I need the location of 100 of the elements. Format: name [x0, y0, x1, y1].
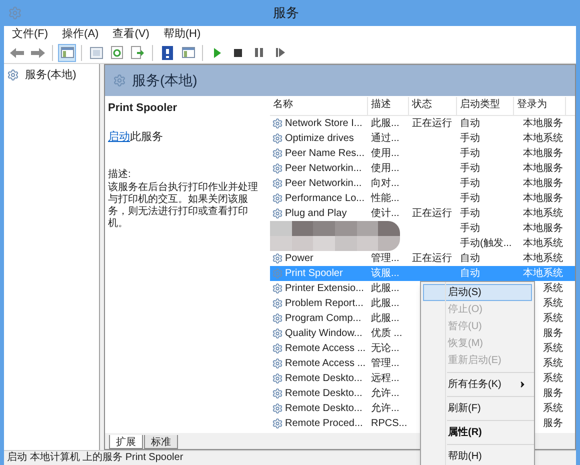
gear-icon	[272, 373, 283, 384]
table-cell[interactable]: Network Store I...	[285, 116, 362, 131]
table-cell: 管理...	[371, 253, 400, 264]
table-cell[interactable]: Problem Report...	[285, 296, 364, 311]
service-name: Print Spooler	[108, 101, 178, 116]
table-cell: 手动(触发...	[460, 238, 512, 250]
window-title: 服务	[273, 4, 299, 22]
menu-item[interactable]: 操作(A)	[62, 28, 99, 40]
table-cell: 此服...	[371, 298, 400, 310]
table-cell: 允许...	[371, 403, 400, 414]
gear-icon	[272, 388, 283, 399]
table-cell-text: 本地系统	[523, 206, 563, 221]
table-cell[interactable]: Remote Access ...	[285, 356, 366, 371]
column-header[interactable]: 启动类型	[457, 97, 514, 115]
tab[interactable]: 标准	[144, 435, 178, 449]
column-header[interactable]: 登录为	[514, 97, 566, 115]
table-cell-text: 本地服务	[523, 146, 563, 161]
table-cell: 自动	[460, 253, 480, 264]
menu-item[interactable]: 所有任务(K)	[423, 376, 532, 393]
table-cell[interactable]: Printer Extensio...	[285, 281, 364, 296]
gear-icon	[272, 178, 283, 189]
export-icon	[131, 46, 145, 59]
table-cell-text: 系统	[543, 372, 563, 386]
table-cell-text: 本地系统	[523, 132, 563, 146]
table-cell-text: 本地服务	[523, 222, 563, 236]
table-cell: 此服...	[371, 283, 400, 294]
menu-item[interactable]: 帮助(H)	[163, 28, 201, 40]
table-cell[interactable]: Peer Networkin...	[285, 176, 362, 191]
export-button[interactable]	[129, 44, 147, 62]
table-cell-text: 本地服务	[523, 116, 563, 131]
column-header[interactable]: 名称	[270, 97, 368, 115]
table-cell[interactable]: Remote Access ...	[285, 341, 366, 356]
column-header[interactable]: 状态	[409, 97, 457, 115]
start-link[interactable]: 启动	[108, 130, 130, 142]
table-cell-text: 服务	[543, 417, 563, 431]
menu-item[interactable]: 文件(F)	[12, 28, 48, 40]
table-cell-text: 系统	[543, 296, 563, 311]
table-cell[interactable]: Remote Deskto...	[285, 401, 362, 416]
table-cell[interactable]: Remote Deskto...	[285, 371, 362, 386]
menu-item[interactable]: 查看(V)	[112, 28, 150, 40]
show-tree-button[interactable]	[58, 44, 76, 62]
table-cell[interactable]: Optimize drives	[285, 131, 354, 146]
table-cell[interactable]: Program Comp...	[285, 311, 362, 326]
tree-item[interactable]: 服务(本地)	[23, 67, 78, 84]
gear-icon	[272, 148, 283, 159]
menu-item[interactable]: 帮助(H)	[423, 448, 532, 465]
description-label: 描述:	[108, 168, 132, 182]
table-cell[interactable]: Power	[285, 251, 314, 266]
table-cell-text: 系统	[543, 282, 563, 296]
restart-icon	[276, 48, 284, 57]
table-cell: 手动	[460, 223, 480, 234]
right-arrow-icon	[31, 48, 45, 58]
table-cell[interactable]: Plug and Play	[285, 206, 347, 221]
table-cell: 手动	[460, 148, 480, 160]
table-cell: 正在运行	[412, 253, 452, 264]
menu-item[interactable]: 启动(S)	[423, 284, 532, 301]
panel-icon	[60, 47, 74, 58]
refresh-button[interactable]	[108, 44, 126, 62]
submenu-arrow-icon	[518, 380, 527, 389]
table-cell[interactable]: Performance Lo...	[285, 191, 364, 206]
table-cell-text: 系统	[543, 342, 563, 356]
table-cell: 手动	[460, 178, 480, 190]
gear-icon	[272, 208, 283, 219]
table-cell: 自动	[460, 268, 480, 280]
table-cell[interactable]: Peer Name Res...	[285, 146, 364, 161]
table-cell-text: 本地系统	[523, 236, 563, 251]
gear-icon	[272, 268, 283, 279]
gear-icon	[272, 283, 283, 294]
gear-icon	[7, 69, 19, 82]
table-cell: 向对...	[371, 178, 400, 190]
table-cell-text: 服务	[543, 387, 563, 401]
gear-icon	[272, 133, 283, 144]
menu-item[interactable]: 属性(R)	[423, 424, 532, 441]
table-cell: 使计...	[371, 208, 400, 220]
table-cell-text: 系统	[543, 356, 563, 371]
table-cell[interactable]: Peer Networkin...	[285, 161, 362, 176]
table-cell-text: 系统	[543, 312, 563, 326]
tab[interactable]: 扩展	[109, 435, 143, 449]
table-cell: 通过...	[371, 133, 400, 144]
window-icon	[90, 46, 102, 58]
table-cell: 远程...	[371, 373, 400, 384]
table-cell[interactable]: Quality Window...	[285, 326, 362, 341]
gear-icon	[272, 328, 283, 339]
gear-icon	[272, 118, 283, 129]
column-header[interactable]: 描述	[368, 97, 409, 115]
menu-item[interactable]: 刷新(F)	[423, 400, 532, 417]
table-cell: 该服...	[371, 268, 400, 280]
table-cell: RPCS...	[371, 418, 408, 430]
table-cell[interactable]: Remote Deskto...	[285, 386, 362, 401]
stop-icon	[234, 48, 242, 56]
table-cell: 允许...	[371, 388, 400, 400]
play-icon	[214, 48, 220, 58]
table-cell: 性能...	[371, 193, 400, 204]
gear-icon	[272, 343, 283, 354]
app-gear-icon	[8, 6, 22, 20]
gear-icon	[272, 418, 283, 429]
gear-icon	[272, 298, 283, 309]
table-cell: 手动	[460, 208, 480, 220]
table-cell[interactable]: Remote Proced...	[285, 416, 363, 431]
table-cell: 管理...	[371, 358, 400, 370]
